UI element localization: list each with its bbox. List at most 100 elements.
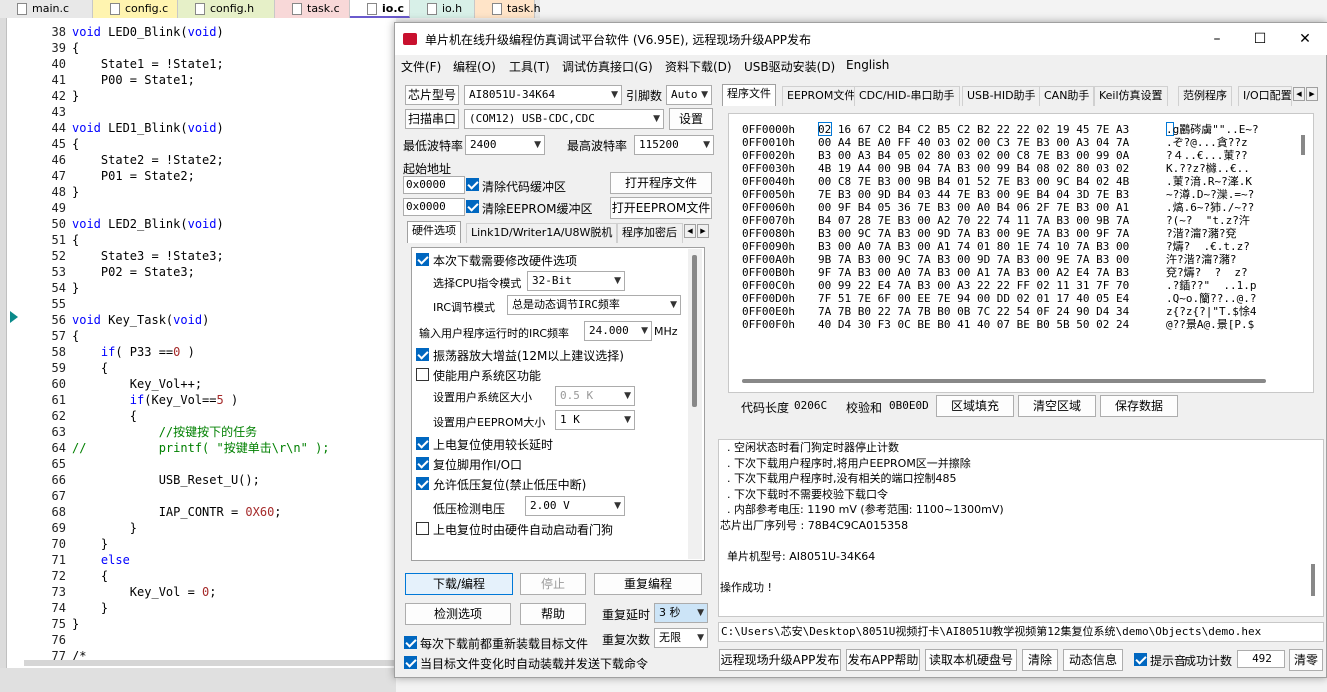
code-line[interactable]: 38 void LED0_Blink(void) xyxy=(0,24,396,40)
scan-port-button[interactable]: 扫描串口 xyxy=(405,109,459,129)
code-line[interactable]: 60 Key_Vol++; xyxy=(0,376,396,392)
menu-download[interactable]: 资料下载(D) xyxy=(665,58,732,75)
code-line[interactable]: 53 P02 = State3; xyxy=(0,264,396,280)
cpu-mode-select[interactable]: 32-Bit ▼ xyxy=(527,271,625,291)
tab-scroll-left-icon[interactable]: ◀ xyxy=(684,224,696,238)
menu-usb-driver[interactable]: USB驱动安装(D) xyxy=(744,58,835,75)
code-line[interactable]: 66 USB_Reset_U(); xyxy=(0,472,396,488)
code-line[interactable]: 63 //按键按下的任务 xyxy=(0,424,396,440)
osc-gain-checkbox[interactable] xyxy=(416,348,429,361)
tab-cdc-serial[interactable]: CDC/HID-串口助手 xyxy=(854,86,960,106)
close-icon[interactable]: ✕ xyxy=(1295,29,1315,49)
eeprom-address-input[interactable]: 0x0000 xyxy=(403,198,465,216)
code-line[interactable]: 65 xyxy=(0,456,396,472)
hex-horizontal-scrollbar[interactable] xyxy=(742,379,1266,383)
code-line[interactable]: 49 xyxy=(0,200,396,216)
file-tab-main-c[interactable]: main.c xyxy=(0,0,93,18)
code-line[interactable]: 76 xyxy=(0,632,396,648)
pin-count-select[interactable]: Auto ▼ xyxy=(666,85,712,105)
check-options-button[interactable]: 检测选项 xyxy=(405,603,511,625)
irc-mode-select[interactable]: 总是动态调节IRC频率 ▼ xyxy=(507,295,681,315)
tab-usb-hid[interactable]: USB-HID助手 xyxy=(962,86,1041,106)
tab-program-file[interactable]: 程序文件 xyxy=(722,84,776,106)
right-tab-left-icon[interactable]: ◀ xyxy=(1293,87,1305,101)
remote-publish-button[interactable]: 远程现场升级APP发布 xyxy=(719,649,841,671)
file-tab-config-c[interactable]: config.c xyxy=(93,0,178,18)
open-program-file-button[interactable]: 打开程序文件 xyxy=(610,172,712,194)
menu-tools[interactable]: 工具(T) xyxy=(509,58,550,75)
menu-file[interactable]: 文件(F) xyxy=(401,58,441,75)
clear-area-button[interactable]: 清空区域 xyxy=(1018,395,1096,417)
chip-model-button[interactable]: 芯片型号 xyxy=(405,85,459,105)
clear-eeprom-checkbox[interactable] xyxy=(466,200,479,213)
irc-freq-select[interactable]: 24.000 ▼ xyxy=(584,321,652,341)
file-tab-io-h[interactable]: io.h xyxy=(410,0,475,18)
tab-keil-settings[interactable]: Keil仿真设置 xyxy=(1094,86,1168,106)
code-line[interactable]: 73 Key_Vol = 0; xyxy=(0,584,396,600)
repeat-program-button[interactable]: 重复编程 xyxy=(594,573,702,595)
code-line[interactable]: 51 { xyxy=(0,232,396,248)
stop-button[interactable]: 停止 xyxy=(520,573,586,595)
code-line[interactable]: 55 xyxy=(0,296,396,312)
open-eeprom-file-button[interactable]: 打开EEPROM文件 xyxy=(610,197,712,219)
minimize-icon[interactable]: – xyxy=(1207,29,1227,49)
repeat-count-select[interactable]: 无限 ▼ xyxy=(654,628,708,648)
reload-each-checkbox[interactable] xyxy=(404,636,417,649)
publish-help-button[interactable]: 发布APP帮助 xyxy=(846,649,920,671)
code-line[interactable]: 74 } xyxy=(0,600,396,616)
menu-english[interactable]: English xyxy=(846,58,889,72)
code-line[interactable]: 75} xyxy=(0,616,396,632)
tab-io-config[interactable]: I/O口配置 xyxy=(1238,86,1292,106)
code-line[interactable]: 62 { xyxy=(0,408,396,424)
menu-program[interactable]: 编程(O) xyxy=(453,58,496,75)
code-line[interactable]: 43 xyxy=(0,104,396,120)
read-disk-id-button[interactable]: 读取本机硬盘号 xyxy=(925,649,1017,671)
file-tab-task-c[interactable]: task.c xyxy=(275,0,350,18)
lvr-voltage-select[interactable]: 2.00 V ▼ xyxy=(525,496,625,516)
port-settings-button[interactable]: 设置 xyxy=(669,108,713,130)
code-line[interactable]: 56 void Key_Task(void) xyxy=(0,312,396,328)
editor-horizontal-scrollbar[interactable] xyxy=(24,660,394,666)
code-line[interactable]: 39 { xyxy=(0,40,396,56)
tab-scroll-right-icon[interactable]: ▶ xyxy=(697,224,709,238)
modify-options-checkbox[interactable] xyxy=(416,253,429,266)
maximize-icon[interactable]: ☐ xyxy=(1250,29,1270,49)
power-delay-checkbox[interactable] xyxy=(416,437,429,450)
code-line[interactable]: 54} xyxy=(0,280,396,296)
code-line[interactable]: 40 State1 = !State1; xyxy=(0,56,396,72)
code-line[interactable]: 67 xyxy=(0,488,396,504)
file-tab-config-h[interactable]: config.h xyxy=(178,0,275,18)
auto-send-checkbox[interactable] xyxy=(404,656,417,669)
code-line[interactable]: 61 if(Key_Vol==5 ) xyxy=(0,392,396,408)
code-line[interactable]: 42} xyxy=(0,88,396,104)
code-line[interactable]: 58 if( P33 ==0 ) xyxy=(0,344,396,360)
clear-code-checkbox[interactable] xyxy=(466,178,479,191)
wdt-checkbox[interactable] xyxy=(416,522,429,535)
code-line[interactable]: 50 void LED2_Blink(void) xyxy=(0,216,396,232)
code-line[interactable]: 45 { xyxy=(0,136,396,152)
code-address-input[interactable]: 0x0000 xyxy=(403,176,465,194)
min-baud-select[interactable]: 2400 ▼ xyxy=(465,135,545,155)
user-sys-area-checkbox[interactable] xyxy=(416,368,429,381)
save-data-button[interactable]: 保存数据 xyxy=(1100,395,1178,417)
download-program-button[interactable]: 下载/编程 xyxy=(405,573,513,595)
clear-log-button[interactable]: 清除 xyxy=(1022,649,1058,671)
lvr-checkbox[interactable] xyxy=(416,477,429,490)
eeprom-size-select[interactable]: 1 K ▼ xyxy=(555,410,635,430)
code-line[interactable]: 57 { xyxy=(0,328,396,344)
tab-hardware-options[interactable]: 硬件选项 xyxy=(407,221,461,243)
code-line[interactable]: 70 } xyxy=(0,536,396,552)
fill-area-button[interactable]: 区域填充 xyxy=(936,395,1014,417)
code-line[interactable]: 47 P01 = State2; xyxy=(0,168,396,184)
code-line[interactable]: 72 { xyxy=(0,568,396,584)
tab-encryption[interactable]: 程序加密后 xyxy=(617,223,683,243)
code-line[interactable]: 68 IAP_CONTR = 0X60; xyxy=(0,504,396,520)
code-line[interactable]: 69 } xyxy=(0,520,396,536)
menu-debug[interactable]: 调试仿真接口(G) xyxy=(562,58,653,75)
code-line[interactable]: 59 { xyxy=(0,360,396,376)
code-line[interactable]: 41 P00 = State1; xyxy=(0,72,396,88)
beep-checkbox[interactable] xyxy=(1134,653,1147,666)
max-baud-select[interactable]: 115200 ▼ xyxy=(634,135,714,155)
reset-pin-io-checkbox[interactable] xyxy=(416,457,429,470)
dynamic-info-button[interactable]: 动态信息 xyxy=(1063,649,1123,671)
